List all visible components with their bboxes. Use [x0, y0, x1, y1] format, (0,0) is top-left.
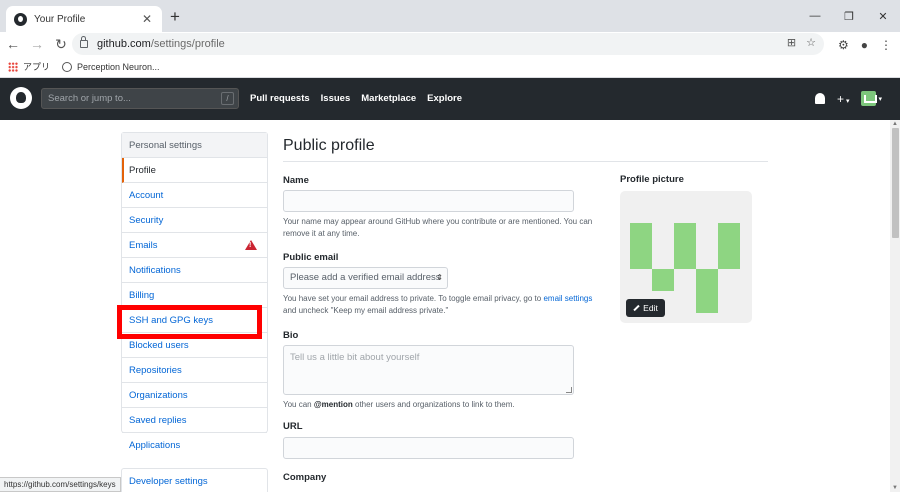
restore-button[interactable]: ❐	[832, 0, 866, 32]
sidebar-item-emails[interactable]: Emails	[122, 233, 267, 258]
bookmarks-bar: アプリ Perception Neuron...	[0, 56, 900, 78]
header-right: + ▾ ▾	[814, 91, 882, 106]
sidebar-item-applications[interactable]: Applications	[122, 433, 267, 458]
new-tab-button[interactable]: +	[170, 8, 180, 26]
bookmark-star-icon[interactable]: ☆	[806, 36, 816, 49]
sidebar-item-account[interactable]: Account	[122, 183, 267, 208]
avatar	[861, 91, 878, 106]
public-email-label: Public email	[283, 252, 339, 263]
sidebar-item-developer-settings[interactable]: Developer settings	[121, 468, 268, 492]
sidebar-item-organizations[interactable]: Organizations	[122, 383, 267, 408]
select-caret-icon: ⇕	[436, 273, 443, 282]
window-controls: — ❐ ✕	[798, 0, 900, 32]
resize-handle-icon[interactable]	[566, 387, 572, 393]
browser-tab[interactable]: Your Profile ✕	[6, 6, 162, 32]
identicon-block	[696, 269, 718, 313]
tab-close-icon[interactable]: ✕	[140, 12, 154, 26]
name-label: Name	[283, 175, 309, 186]
github-logo-icon[interactable]	[10, 87, 32, 109]
url-text: github.com/settings/profile	[97, 38, 225, 50]
browser-menu-icon[interactable]: ⋮	[880, 38, 892, 52]
settings-sidebar: Personal settings Profile Account Securi…	[121, 132, 268, 451]
sidebar-item-profile[interactable]: Profile	[122, 158, 267, 183]
identicon-block	[674, 223, 696, 269]
identicon-block	[718, 223, 740, 269]
nav-explore[interactable]: Explore	[427, 93, 462, 104]
bio-label: Bio	[283, 330, 299, 341]
email-note: You have set your email address to priva…	[283, 294, 593, 315]
identicon-block	[630, 223, 652, 269]
title-divider	[283, 161, 768, 162]
url-label: URL	[283, 421, 303, 432]
url-field[interactable]	[283, 437, 574, 459]
browser-toolbar: ← → ↻ github.com/settings/profile ⊞ ☆	[0, 32, 900, 56]
name-field[interactable]	[283, 190, 574, 212]
scroll-down-icon[interactable]: ▼	[892, 485, 898, 491]
sidebar-item-repositories[interactable]: Repositories	[122, 358, 267, 383]
page-title: Public profile	[283, 137, 375, 154]
globe-icon	[62, 61, 73, 72]
search-input[interactable]: Search or jump to... /	[41, 88, 239, 109]
company-label: Company	[283, 472, 327, 483]
edit-picture-button[interactable]: Edit	[626, 299, 665, 317]
reload-icon[interactable]: ↻	[50, 36, 72, 53]
notification-bell-icon[interactable]	[814, 93, 825, 104]
create-new-button[interactable]: + ▾	[837, 92, 850, 106]
public-email-select[interactable]: Please add a verified email address ⇕	[283, 267, 448, 289]
forward-arrow-icon[interactable]: →	[26, 36, 48, 52]
translate-icon[interactable]: ⊞	[787, 36, 796, 49]
bookmark-apps[interactable]: アプリ	[8, 60, 50, 73]
github-favicon-icon	[14, 12, 27, 26]
profile-picture-label: Profile picture	[620, 174, 684, 185]
account-icon[interactable]: ●	[861, 38, 868, 52]
email-settings-link[interactable]: email settings	[543, 294, 592, 303]
sidebar-item-notifications[interactable]: Notifications	[122, 258, 267, 283]
user-menu-button[interactable]: ▾	[861, 91, 882, 106]
github-header: Search or jump to... / Pull requests Iss…	[0, 78, 900, 120]
scroll-thumb[interactable]	[892, 128, 899, 238]
sidebar-item-security[interactable]: Security	[122, 208, 267, 233]
warning-icon	[245, 240, 257, 250]
sidebar-heading: Personal settings	[122, 133, 267, 158]
tab-title: Your Profile	[34, 13, 86, 25]
lock-icon	[80, 36, 88, 48]
extensions-icon[interactable]: ⚙	[838, 38, 849, 52]
bookmark-perception-neuron[interactable]: Perception Neuron...	[62, 61, 160, 72]
close-window-button[interactable]: ✕	[866, 0, 900, 32]
bio-note: You can @mention other users and organiz…	[283, 400, 515, 409]
browser-right-icons: ⚙ ● ⋮	[838, 38, 892, 52]
identicon-block	[652, 269, 674, 291]
red-highlight-box	[117, 305, 262, 339]
address-bar[interactable]: github.com/settings/profile ⊞ ☆	[72, 33, 824, 55]
bio-textarea[interactable]: Tell us a little bit about yourself	[283, 345, 574, 395]
scroll-up-icon[interactable]: ▲	[892, 121, 898, 127]
sidebar-item-saved-replies[interactable]: Saved replies	[122, 408, 267, 433]
nav-issues[interactable]: Issues	[321, 93, 351, 104]
back-arrow-icon[interactable]: ←	[2, 36, 24, 52]
slash-shortcut-icon: /	[221, 92, 234, 105]
name-note: Your name may appear around GitHub where…	[283, 217, 593, 238]
browser-tabstrip: Your Profile ✕ + — ❐ ✕	[0, 0, 900, 32]
nav-pull-requests[interactable]: Pull requests	[250, 93, 310, 104]
pencil-icon	[633, 304, 640, 312]
status-bar-url: https://github.com/settings/keys	[0, 477, 121, 492]
page-scrollbar[interactable]: ▲ ▼	[890, 120, 900, 492]
nav-marketplace[interactable]: Marketplace	[361, 93, 416, 104]
minimize-button[interactable]: —	[798, 0, 832, 32]
header-nav: Pull requests Issues Marketplace Explore	[250, 93, 462, 104]
apps-grid-icon	[8, 61, 18, 72]
